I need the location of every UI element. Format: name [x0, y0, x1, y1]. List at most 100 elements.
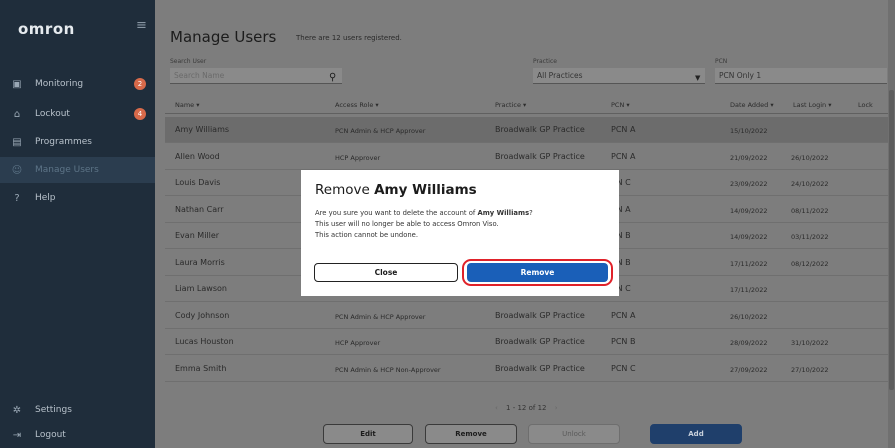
column-header-practice[interactable]: Practice ▾	[495, 101, 526, 109]
sidebar-item-label: Logout	[35, 430, 66, 440]
cell-name: Nathan Carr	[175, 204, 224, 214]
dialog-title: Remove Amy Williams	[315, 182, 477, 198]
cell-added: 27/09/2022	[730, 365, 768, 374]
column-header-role[interactable]: Access Role ▾	[335, 101, 379, 109]
sidebar-item-settings[interactable]: ✲ Settings	[0, 397, 155, 423]
cell-name: Allen Wood	[175, 151, 220, 161]
dialog-close-button[interactable]: Close	[314, 263, 458, 282]
lock-icon: ⌂	[13, 108, 21, 120]
dialog-line3: This action cannot be undone.	[315, 231, 419, 239]
dialog-line1-prefix: Are you sure you want to delete the acco…	[315, 209, 478, 217]
sidebar-item-label: Monitoring	[35, 79, 84, 89]
dialog-title-prefix: Remove	[315, 182, 375, 198]
sidebar-item-monitoring[interactable]: ▣ Monitoring 2	[0, 71, 155, 97]
cell-login: 03/11/2022	[791, 233, 829, 241]
cell-added: 17/11/2022	[730, 259, 768, 268]
cell-name: Cody Johnson	[175, 310, 230, 320]
cell-added: 14/09/2022	[730, 233, 768, 241]
dialog-line2: This user will no longer be able to acce…	[315, 220, 499, 228]
table-row[interactable]: Amy Williams PCN Admin & HCP Approver Broa…	[165, 117, 895, 143]
search-icon[interactable]: ⚲	[329, 72, 336, 83]
add-button[interactable]: Add	[650, 424, 742, 444]
cell-name: Liam Lawson	[175, 284, 227, 293]
unlock-button[interactable]: Unlock	[528, 424, 620, 444]
cell-practice: Broadwalk GP Practice	[495, 310, 585, 320]
cell-pcn: PCN C	[611, 363, 636, 373]
table-row[interactable]: Emma Smith PCN Admin & HCP Non-Approver Br…	[165, 356, 895, 382]
sidebar-item-label: Lockout	[35, 109, 70, 119]
monitor-icon: ▣	[12, 78, 22, 90]
cell-role: PCN Admin & HCP Approver	[335, 312, 426, 321]
pcn-select[interactable]: PCN Only 1	[715, 68, 887, 84]
next-page-icon[interactable]: ›	[555, 404, 558, 412]
dialog-remove-button[interactable]: Remove	[467, 263, 608, 282]
cell-name: Louis Davis	[175, 178, 221, 187]
header-divider	[165, 113, 895, 114]
search-label: Search User	[170, 58, 207, 65]
remove-user-dialog: Remove Amy Williams Are you sure you wan…	[301, 170, 619, 296]
cell-added: 26/10/2022	[730, 312, 768, 321]
sidebar-item-lockout[interactable]: ⌂ Lockout 4	[0, 101, 155, 127]
cell-login: 27/10/2022	[791, 365, 829, 374]
question-icon: ?	[14, 192, 20, 204]
dialog-title-name: Amy Williams	[374, 182, 477, 198]
dialog-line1-suffix: ?	[529, 209, 533, 217]
cell-name: Amy Williams	[175, 125, 230, 134]
dialog-line1-name: Amy Williams	[477, 209, 530, 217]
registered-count: There are 12 users registered.	[296, 34, 402, 42]
cell-role: PCN Admin & HCP Approver	[335, 127, 426, 135]
cell-login: 08/12/2022	[791, 259, 829, 268]
sidebar-item-programmes[interactable]: ▤ Programmes	[0, 129, 155, 155]
cell-added: 23/09/2022	[730, 180, 768, 188]
practice-select[interactable]: All Practices	[533, 68, 705, 84]
users-icon: ☺	[11, 164, 23, 176]
cell-practice: Broadwalk GP Practice	[495, 151, 585, 161]
column-header-name[interactable]: Name ▾	[175, 101, 200, 109]
chevron-down-icon: ▼	[695, 74, 701, 82]
cell-added: 15/10/2022	[730, 127, 768, 135]
cell-login: 26/10/2022	[791, 153, 829, 162]
cell-added: 21/09/2022	[730, 153, 768, 162]
omron-logo: omron	[18, 20, 75, 38]
search-input[interactable]: Search Name	[170, 68, 342, 84]
column-header-date-added[interactable]: Date Added ▾	[730, 101, 774, 109]
cell-login: 31/10/2022	[791, 339, 829, 347]
sidebar-item-label: Manage Users	[35, 165, 99, 175]
page-title: Manage Users	[170, 28, 277, 46]
cell-role: HCP Approver	[335, 153, 381, 162]
sidebar-item-manage-users[interactable]: ☺ Manage Users	[0, 157, 155, 183]
cell-role: HCP Approver	[335, 339, 381, 347]
dialog-message: Are you sure you want to delete the acco…	[315, 208, 533, 241]
sidebar: omron ≡ ▣ Monitoring 2 ⌂ Lockout 4 ▤ Pro…	[0, 0, 155, 448]
cell-added: 17/11/2022	[730, 286, 768, 294]
table-row[interactable]: Lucas Houston HCP Approver Broadwalk GP Pr…	[165, 329, 895, 355]
cell-name: Lucas Houston	[175, 337, 234, 346]
table-row[interactable]: Allen Wood HCP Approver Broadwalk GP Pract…	[165, 144, 895, 170]
practice-label: Practice	[533, 58, 557, 65]
remove-button[interactable]: Remove	[425, 424, 517, 444]
cell-name: Evan Miller	[175, 231, 220, 240]
cell-login: 08/11/2022	[791, 206, 829, 215]
gear-icon: ✲	[12, 404, 22, 416]
pagination: ‹ 1 - 12 of 12 ›	[489, 404, 564, 412]
column-header-last-login[interactable]: Last Login ▾	[793, 101, 831, 109]
table-row[interactable]: Cody Johnson PCN Admin & HCP Approver Broa…	[165, 303, 895, 329]
edit-button[interactable]: Edit	[323, 424, 413, 444]
hamburger-icon[interactable]: ≡	[136, 18, 147, 33]
cell-name: Laura Morris	[175, 257, 225, 267]
cell-added: 14/09/2022	[730, 206, 768, 215]
logout-icon: ⇥	[12, 429, 22, 441]
notification-badge: 2	[134, 78, 146, 90]
cell-practice: Broadwalk GP Practice	[495, 363, 585, 373]
cell-pcn: PCN A	[611, 125, 636, 134]
column-header-lock: Lock	[858, 101, 873, 109]
cell-pcn: PCN A	[611, 151, 636, 161]
sidebar-item-help[interactable]: ? Help	[0, 185, 155, 211]
pcn-label: PCN	[715, 58, 728, 65]
sidebar-item-logout[interactable]: ⇥ Logout	[0, 422, 155, 448]
column-header-pcn[interactable]: PCN ▾	[611, 101, 630, 109]
prev-page-icon[interactable]: ‹	[495, 404, 498, 412]
sidebar-item-label: Settings	[35, 405, 72, 415]
sidebar-item-label: Programmes	[35, 137, 92, 147]
scrollbar-thumb[interactable]	[889, 90, 894, 390]
